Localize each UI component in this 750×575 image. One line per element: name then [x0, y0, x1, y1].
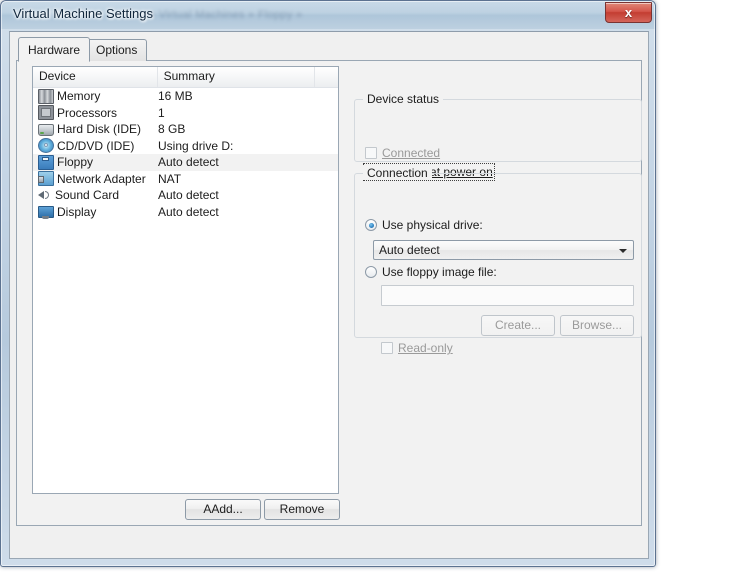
create-button[interactable]: Create... [481, 315, 555, 336]
floppy-image-input[interactable] [381, 285, 634, 306]
column-header-summary[interactable]: Summary [158, 67, 316, 87]
device-summary: 1 [158, 105, 165, 120]
device-name: Floppy [57, 155, 94, 170]
device-name: Hard Disk (IDE) [57, 122, 142, 137]
table-row[interactable]: Processors 1 [33, 105, 338, 122]
create-button-label: Create... [494, 318, 542, 332]
column-header-spacer[interactable] [315, 67, 338, 87]
device-summary: Auto detect [158, 204, 219, 219]
dialog-client-area: Hardware Options Device Summary Memory 1… [9, 31, 649, 559]
cd-icon [38, 138, 54, 154]
connected-checkbox: Connected [365, 146, 440, 160]
device-name: Sound Card [55, 188, 120, 203]
table-row[interactable]: Sound Card Auto detect [33, 187, 338, 204]
read-only-checkbox: Read-only [381, 341, 453, 355]
virtual-machine-settings-window: Virtual Machine Settings « Virtual Machi… [0, 0, 656, 567]
device-name: Network Adapter [57, 171, 146, 186]
tab-options[interactable]: Options [86, 39, 148, 61]
physical-drive-combo[interactable]: Auto detect [373, 240, 634, 260]
device-list-header: Device Summary [33, 67, 338, 88]
tab-hardware[interactable]: Hardware [18, 37, 91, 62]
window-title: Virtual Machine Settings [13, 6, 153, 21]
network-icon [38, 171, 54, 187]
ghost-breadcrumb: « Virtual Machines » Floppy » [149, 9, 303, 21]
memory-icon [38, 88, 54, 104]
radio-dot [365, 266, 377, 278]
device-name: CD/DVD (IDE) [57, 138, 135, 153]
device-summary: Auto detect [158, 155, 219, 170]
device-summary: Using drive D: [158, 138, 234, 153]
add-button-label: Add... [211, 502, 243, 516]
device-status-title: Device status [363, 92, 444, 106]
remove-button[interactable]: Remove [264, 499, 340, 520]
use-floppy-image-file-radio[interactable]: Use floppy image file: [365, 265, 497, 279]
table-row[interactable]: Display Auto detect [33, 204, 338, 221]
chevron-down-icon [619, 249, 627, 253]
harddisk-icon [38, 124, 54, 137]
title-bar[interactable]: Virtual Machine Settings « Virtual Machi… [1, 1, 655, 29]
device-name: Display [57, 204, 97, 219]
device-summary: Auto detect [158, 188, 219, 203]
cpu-icon [38, 105, 54, 121]
radio-dot [365, 219, 377, 231]
device-summary: 8 GB [158, 122, 186, 137]
browse-button[interactable]: Browse... [560, 315, 634, 336]
table-row-selected[interactable]: Floppy Auto detect [33, 154, 338, 171]
browse-button-label: Browse... [571, 318, 622, 332]
device-summary: 16 MB [158, 89, 193, 104]
use-physical-drive-label: Use physical drive: [382, 218, 483, 232]
remove-button-label: Remove [279, 502, 325, 516]
device-list[interactable]: Device Summary Memory 16 MB Processors 1… [32, 66, 339, 494]
use-floppy-image-file-label: Use floppy image file: [382, 265, 497, 279]
display-icon [38, 206, 54, 219]
checkbox-box [365, 147, 377, 159]
sound-icon [38, 189, 52, 202]
table-row[interactable]: Network Adapter NAT [33, 171, 338, 188]
column-header-device[interactable]: Device [33, 67, 158, 87]
hardware-tab-panel: Device Summary Memory 16 MB Processors 1… [16, 60, 642, 526]
table-row[interactable]: Memory 16 MB [33, 88, 338, 105]
device-summary: NAT [158, 171, 182, 186]
floppy-icon [38, 154, 54, 170]
physical-drive-value: Auto detect [379, 243, 440, 257]
device-name: Processors [57, 105, 118, 120]
table-row[interactable]: CD/DVD (IDE) Using drive D: [33, 138, 338, 155]
connected-label: Connected [382, 146, 441, 160]
table-row[interactable]: Hard Disk (IDE) 8 GB [33, 121, 338, 138]
read-only-label: Read-only [398, 341, 453, 355]
use-physical-drive-radio[interactable]: Use physical drive: [365, 218, 483, 232]
checkbox-box [381, 342, 393, 354]
close-icon[interactable]: x [605, 2, 652, 23]
connection-title: Connection [363, 166, 432, 180]
add-button[interactable]: A​Add... [185, 499, 261, 520]
device-name: Memory [57, 89, 101, 104]
